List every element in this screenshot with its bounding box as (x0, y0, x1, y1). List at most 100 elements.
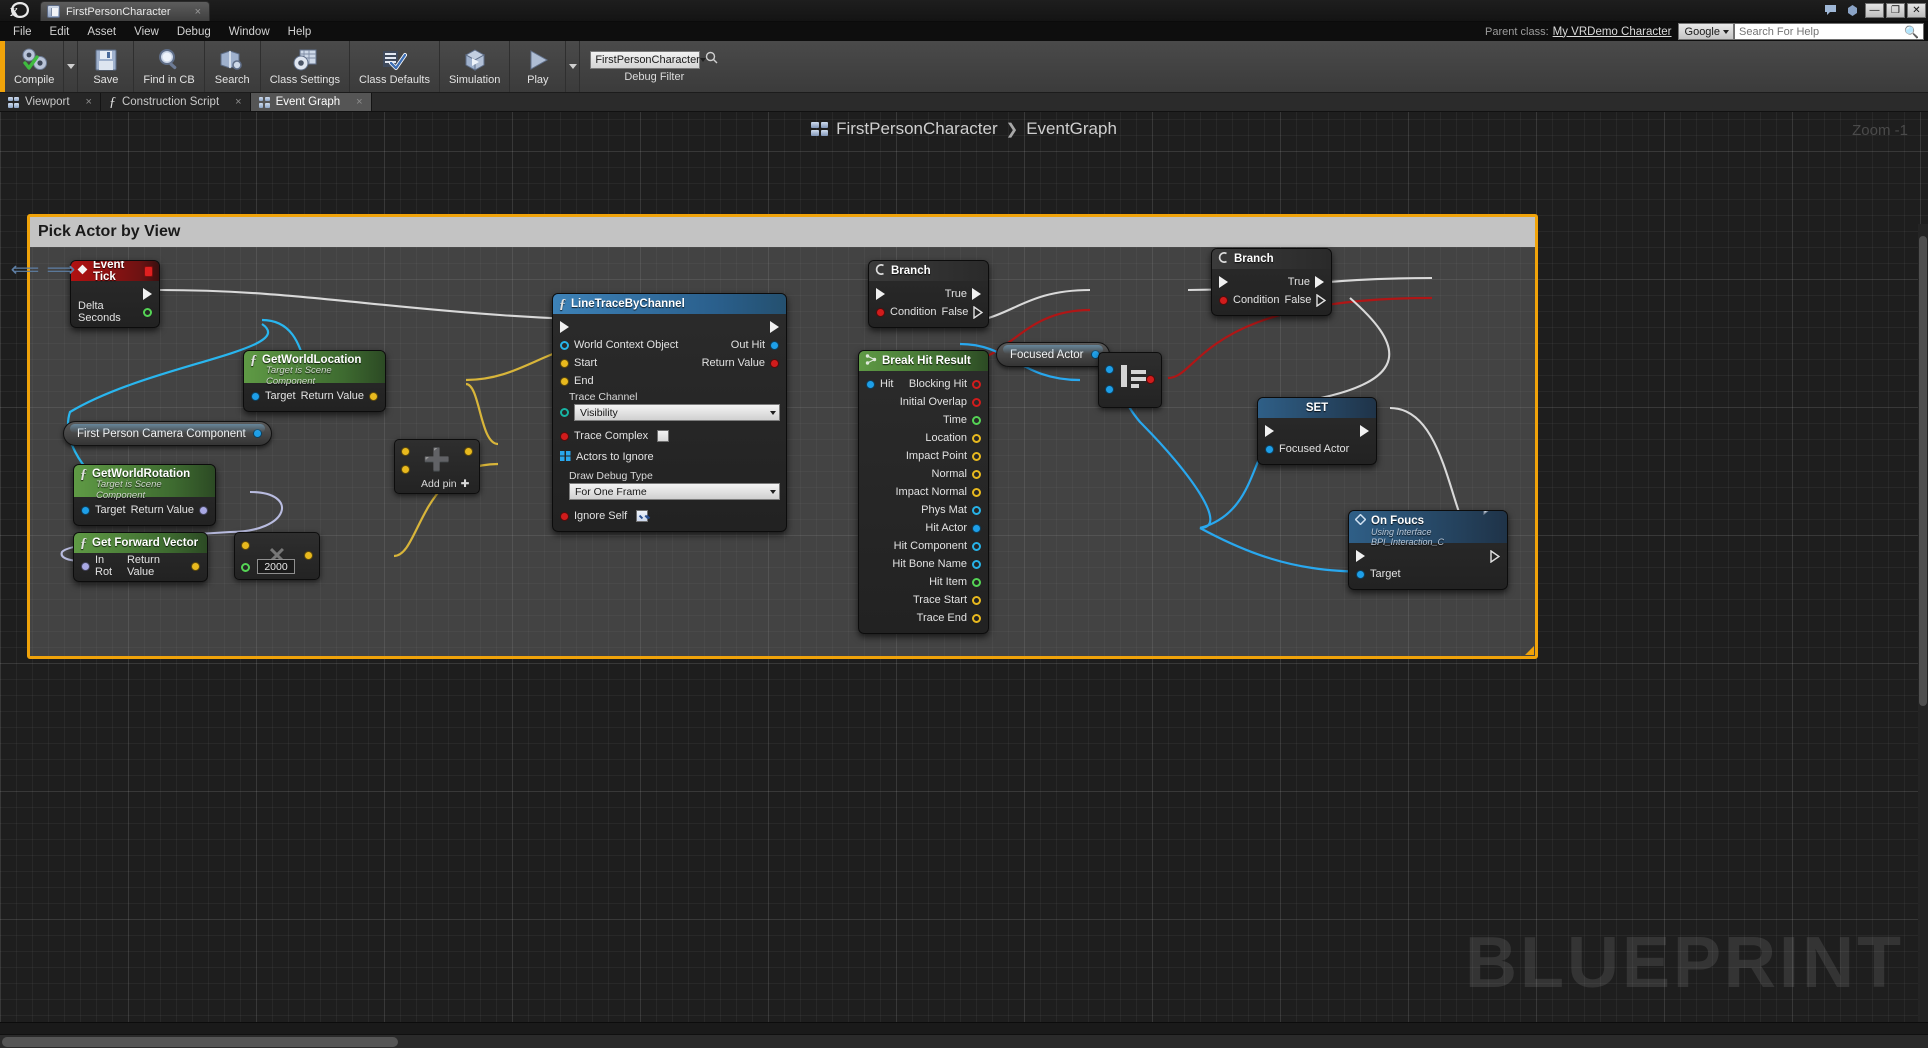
add-output-pin[interactable] (464, 447, 473, 456)
feedback-icon[interactable] (1819, 0, 1841, 20)
node-set-focused-actor[interactable]: SET Focused Actor (1257, 397, 1377, 465)
node-branch-1[interactable]: Branch True Condition False (868, 260, 989, 328)
return-value-pin[interactable] (191, 561, 200, 571)
scrollbar-thumb[interactable] (1919, 236, 1927, 706)
true-exec-pin[interactable] (972, 288, 981, 300)
class-defaults-button[interactable]: Class Defaults (350, 41, 440, 92)
trace-start-pin[interactable] (972, 595, 981, 605)
tutorial-icon[interactable] (1841, 0, 1863, 20)
add-input-b-pin[interactable] (401, 465, 410, 474)
menu-view[interactable]: View (125, 24, 168, 40)
focused-actor-pin[interactable] (1265, 444, 1274, 454)
menu-debug[interactable]: Debug (168, 24, 220, 40)
impact-normal-pin[interactable] (972, 487, 981, 497)
compile-button[interactable]: Compile (5, 41, 65, 92)
class-settings-button[interactable]: Class Settings (261, 41, 351, 92)
menu-file[interactable]: File (4, 24, 41, 40)
impact-point-pin[interactable] (972, 451, 981, 461)
nav-forward-button[interactable]: ⟹ (47, 256, 76, 282)
out-hit-pin[interactable] (770, 340, 779, 350)
hit-pin[interactable] (866, 379, 875, 389)
menu-asset[interactable]: Asset (78, 24, 125, 40)
compare-input-a-pin[interactable] (1105, 365, 1114, 374)
comment-bubble-icon[interactable] (1479, 511, 1505, 518)
world-context-object-pin[interactable] (560, 340, 569, 350)
close-icon[interactable]: × (356, 96, 362, 108)
node-focused-actor-getter[interactable]: Focused Actor (996, 342, 1110, 367)
stop-icon[interactable] (143, 265, 153, 277)
node-break-hit-result[interactable]: Break Hit Result Hit Blocking Hit Initia… (858, 350, 989, 634)
node-branch-2[interactable]: Branch True Condition False (1211, 248, 1332, 316)
ignore-self-pin[interactable] (560, 511, 569, 521)
condition-pin[interactable] (876, 307, 885, 317)
multiply-input-b-pin[interactable] (241, 563, 250, 572)
start-pin[interactable] (560, 358, 569, 368)
node-multiply[interactable]: ✕ 2000 (234, 532, 320, 580)
node-get-world-location[interactable]: ƒ GetWorldLocation Target is Scene Compo… (243, 350, 386, 412)
search-icon[interactable]: 🔍 (1904, 25, 1919, 39)
scrollbar-thumb[interactable] (2, 1037, 398, 1047)
target-pin[interactable] (251, 391, 260, 401)
search-button[interactable]: Search (205, 41, 261, 92)
draw-debug-type-dropdown[interactable]: For One Frame (569, 483, 780, 500)
trace-complex-pin[interactable] (560, 431, 569, 441)
close-icon[interactable]: × (86, 96, 92, 108)
exec-out-pin[interactable] (1490, 549, 1500, 563)
horizontal-scrollbar[interactable] (0, 1034, 1928, 1048)
compile-options-caret[interactable] (64, 41, 79, 92)
array-pin-icon[interactable] (560, 450, 571, 464)
tab-viewport[interactable]: Viewport × (0, 93, 101, 111)
help-search-field[interactable]: 🔍 (1734, 23, 1924, 40)
add-input-a-pin[interactable] (401, 447, 410, 456)
close-icon[interactable]: × (235, 96, 241, 108)
exec-out-pin[interactable] (143, 288, 152, 300)
close-button[interactable]: ✕ (1907, 2, 1926, 18)
false-exec-pin[interactable] (1316, 293, 1327, 307)
trace-end-pin[interactable] (972, 613, 981, 623)
menu-edit[interactable]: Edit (41, 24, 79, 40)
add-pin-button[interactable]: Add pin ✚ (421, 478, 469, 490)
exec-in-pin[interactable] (876, 288, 885, 300)
node-line-trace-by-channel[interactable]: ƒ LineTraceByChannel World Context Objec… (552, 293, 787, 532)
comment-resize-handle[interactable] (1525, 646, 1534, 655)
help-search-input[interactable] (1739, 25, 1905, 38)
condition-pin[interactable] (1219, 295, 1228, 305)
hit-item-pin[interactable] (972, 577, 981, 587)
exec-in-pin[interactable] (1265, 425, 1274, 437)
exec-out-pin[interactable] (770, 321, 779, 333)
in-rot-pin[interactable] (81, 561, 90, 571)
initial-overlap-pin[interactable] (972, 397, 981, 407)
exec-out-pin[interactable] (1360, 425, 1369, 437)
delta-seconds-pin[interactable] (143, 307, 152, 317)
multiply-input-a-pin[interactable] (241, 541, 250, 550)
comment-title[interactable]: Pick Actor by View (30, 217, 1535, 247)
hit-actor-pin[interactable] (972, 523, 981, 533)
return-value-pin[interactable] (369, 391, 378, 401)
node-get-forward-vector[interactable]: ƒ Get Forward Vector In Rot Return Value (73, 532, 208, 582)
return-value-pin[interactable] (770, 358, 779, 368)
node-event-tick[interactable]: Event Tick Delta Seconds (70, 260, 160, 328)
document-tab-firstpersoncharacter[interactable]: FirstPersonCharacter × (40, 1, 210, 21)
simulation-button[interactable]: Simulation (440, 41, 511, 92)
tab-event-graph[interactable]: Event Graph × (250, 93, 372, 111)
node-add[interactable]: ➕ Add pin ✚ (394, 439, 480, 494)
true-exec-pin[interactable] (1315, 276, 1324, 288)
exec-in-pin[interactable] (1219, 276, 1228, 288)
graph-vertical-scrollbar[interactable] (1918, 224, 1928, 1048)
multiply-output-pin[interactable] (304, 551, 313, 560)
trace-channel-dropdown[interactable]: Visibility (574, 404, 780, 421)
play-options-caret[interactable] (566, 41, 581, 92)
search-provider-dropdown[interactable]: Google (1677, 23, 1734, 40)
time-pin[interactable] (972, 415, 981, 425)
node-first-person-camera-component[interactable]: First Person Camera Component (63, 421, 272, 446)
save-button[interactable]: Save (78, 41, 135, 92)
blocking-hit-pin[interactable] (972, 379, 981, 389)
exec-in-pin[interactable] (1356, 550, 1365, 562)
find-in-cb-button[interactable]: Find in CB (134, 41, 205, 92)
false-exec-pin[interactable] (973, 305, 984, 319)
return-value-pin[interactable] (199, 505, 208, 515)
nav-back-button[interactable]: ⟸ (11, 256, 40, 282)
debug-filter-dropdown[interactable]: FirstPersonCharacter (590, 50, 706, 69)
target-pin[interactable] (81, 505, 90, 515)
close-icon[interactable]: × (181, 6, 201, 18)
